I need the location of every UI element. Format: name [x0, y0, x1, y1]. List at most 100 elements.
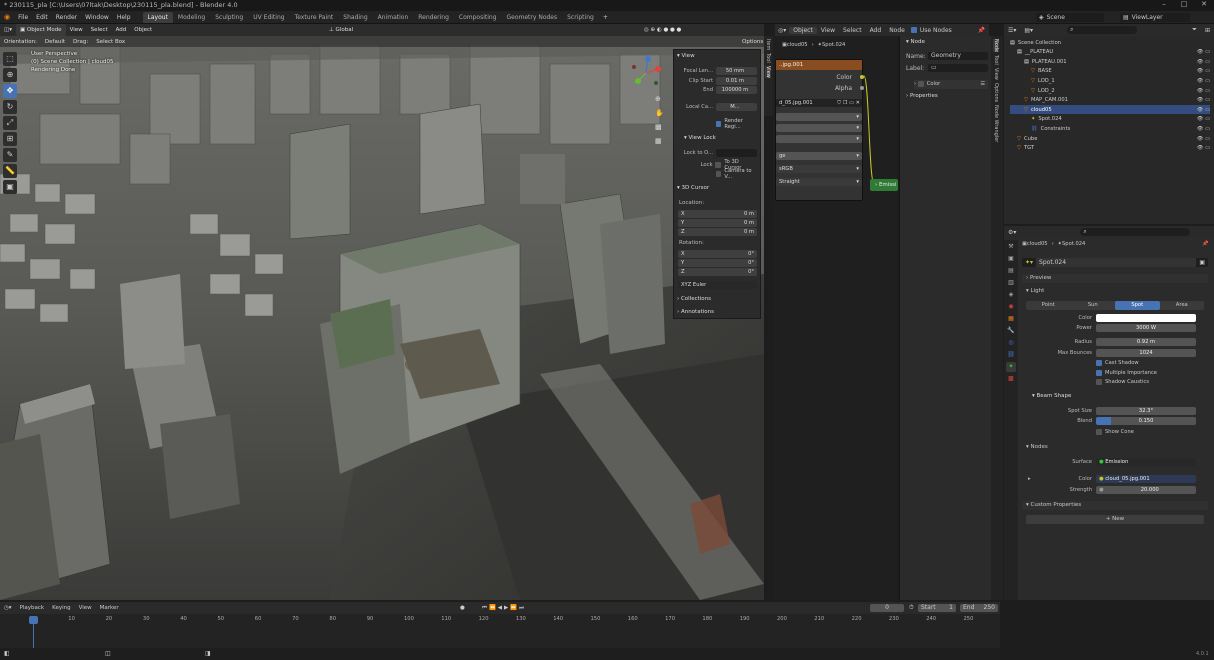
- light-type-point[interactable]: Point: [1026, 301, 1071, 310]
- node-properties-header[interactable]: › Properties: [906, 93, 938, 99]
- light-type-spot[interactable]: Spot: [1115, 301, 1160, 310]
- outliner-row[interactable]: ▽ Cube 👁 ▭: [1010, 134, 1210, 143]
- zoom-icon[interactable]: ⊕: [655, 92, 664, 106]
- visibility-icon[interactable]: 👁 ▭: [1197, 107, 1210, 113]
- outliner-row[interactable]: ▤ PLATEAU.001 👁 ▭: [1010, 57, 1210, 66]
- fake-user-icon[interactable]: ▣: [1196, 259, 1208, 266]
- visibility-icon[interactable]: 👁 ▭: [1197, 49, 1210, 55]
- pan-hand-icon[interactable]: ✋: [655, 106, 664, 120]
- npanel-tab-tool[interactable]: Tool: [765, 53, 771, 63]
- beam-shape-header[interactable]: ▾ Beam Shape: [1032, 393, 1071, 399]
- color-texture-field[interactable]: ● cloud_05.jpg.001: [1096, 474, 1196, 483]
- node-menu-node[interactable]: Node: [885, 27, 909, 34]
- 3d-cursor-header[interactable]: ▾ 3D Cursor: [677, 185, 709, 191]
- alpha-mode-dropdown[interactable]: Straight ▾: [776, 178, 862, 186]
- new-collection-icon[interactable]: ⊞: [1201, 27, 1214, 34]
- cursor-tool-icon[interactable]: ⊕: [3, 68, 17, 82]
- colorspace-dropdown[interactable]: sRGB ▾: [776, 165, 862, 173]
- measure-tool-icon[interactable]: 📏: [3, 164, 17, 178]
- blender-logo-icon[interactable]: ◉: [0, 13, 14, 21]
- outliner-row[interactable]: ⛓ Constraints 👁 ▭: [1010, 124, 1210, 133]
- outliner-row[interactable]: ▤ __PLATEAU 👁 ▭: [1010, 48, 1210, 57]
- node-menu-select[interactable]: Select: [839, 27, 866, 34]
- shadow-caustics-row[interactable]: Shadow Caustics: [1024, 377, 1208, 386]
- view-section-header[interactable]: ▾ View: [677, 53, 695, 59]
- collections-header[interactable]: › Collections: [677, 296, 711, 302]
- grid-view-icon[interactable]: ▦: [655, 134, 664, 148]
- annotations-header[interactable]: › Annotations: [677, 309, 714, 315]
- cursor-rot-x-row[interactable]: X 0°: [678, 249, 757, 258]
- menu-file[interactable]: File: [14, 11, 32, 24]
- node-color-checkbox[interactable]: [917, 80, 924, 87]
- nodes-panel-header[interactable]: ▾ Nodes: [1022, 443, 1208, 452]
- visibility-icon[interactable]: 👁 ▭: [1197, 97, 1210, 103]
- menu-add[interactable]: Add: [112, 24, 131, 36]
- visibility-icon[interactable]: 👁 ▭: [1197, 68, 1210, 74]
- outliner-row[interactable]: ▽ cloud05 👁 ▭: [1010, 105, 1210, 115]
- tab-texture-paint[interactable]: Texture Paint: [290, 12, 339, 23]
- start-frame-field[interactable]: Start 1: [918, 604, 956, 612]
- multiple-importance-checkbox[interactable]: [1096, 369, 1102, 376]
- rotation-mode-dropdown[interactable]: XYZ Euler: [678, 280, 757, 289]
- lock-3d-cursor-checkbox[interactable]: [715, 161, 722, 168]
- add-cube-tool-icon[interactable]: ▣: [3, 180, 17, 194]
- move-tool-icon[interactable]: ✥: [3, 84, 17, 98]
- editor-type-icon[interactable]: ◫▾: [0, 24, 16, 36]
- interp-dropdown[interactable]: ▾: [776, 113, 862, 121]
- maximize-icon[interactable]: □: [1174, 0, 1194, 8]
- new-property-button[interactable]: + New: [1026, 515, 1204, 524]
- tab-animation[interactable]: Animation: [373, 12, 414, 23]
- outliner-filter-mode-icon[interactable]: ▤▾: [1020, 27, 1037, 34]
- extension-dropdown[interactable]: ▾: [776, 135, 862, 143]
- rotation-mode-row[interactable]: XYZ Euler: [678, 280, 757, 289]
- cursor-loc-z-row[interactable]: Z 0 m: [678, 227, 757, 236]
- image-node-title[interactable]: ..jpg.001: [776, 60, 862, 70]
- outliner-row[interactable]: ✦ Spot.024 👁 ▭: [1010, 115, 1210, 124]
- tab-sculpting[interactable]: Sculpting: [210, 12, 248, 23]
- tab-scripting[interactable]: Scripting: [562, 12, 599, 23]
- properties-search-input[interactable]: ⌕: [1080, 228, 1191, 236]
- outliner-row[interactable]: ▽ MAP_CAM.001 👁 ▭: [1010, 96, 1210, 105]
- max-bounces-field[interactable]: 1024: [1096, 348, 1196, 357]
- clip-start-field[interactable]: 0.01 m: [716, 76, 757, 85]
- pin-icon[interactable]: 📌: [1202, 241, 1208, 247]
- timeline-menu-view[interactable]: View: [75, 602, 96, 614]
- close-icon[interactable]: ✕: [1194, 0, 1214, 8]
- menu-window[interactable]: Window: [81, 11, 113, 24]
- npanel-tab-item[interactable]: Item: [765, 39, 771, 50]
- node-color-list-icon[interactable]: ☰: [980, 80, 988, 89]
- node-color-row[interactable]: › Color ☰: [914, 80, 988, 89]
- light-data-tab-icon[interactable]: ✦: [1006, 362, 1016, 372]
- transform-tool-icon[interactable]: ⊞: [3, 132, 17, 146]
- use-nodes-checkbox[interactable]: [910, 27, 917, 33]
- node-name-field[interactable]: Geometry: [928, 52, 988, 60]
- radius-field[interactable]: 0.92 m: [1096, 337, 1196, 346]
- node-editor-type-icon[interactable]: ◎▾: [775, 27, 789, 34]
- camera-to-view-row[interactable]: Camera to V...: [678, 168, 757, 180]
- tab-geometry-nodes[interactable]: Geometry Nodes: [502, 12, 563, 23]
- orientation-dropdown[interactable]: Default: [41, 36, 69, 48]
- visibility-icon[interactable]: 👁 ▭: [1197, 88, 1210, 94]
- image-selector[interactable]: d_05.jpg.001 ⛉ ❐ ▭ ✕: [776, 99, 862, 107]
- object-tab-icon[interactable]: ▦: [1006, 314, 1016, 324]
- light-data-name[interactable]: Spot.024: [1036, 258, 1197, 267]
- power-field[interactable]: 3000 W: [1096, 323, 1196, 332]
- modifier-tab-icon[interactable]: 🔧: [1006, 326, 1016, 336]
- rotate-tool-icon[interactable]: ↻: [3, 100, 17, 114]
- strength-field[interactable]: ● 20.000: [1096, 485, 1196, 494]
- source-dropdown[interactable]: ge ▾: [776, 152, 862, 160]
- visibility-icon[interactable]: 👁 ▭: [1197, 126, 1210, 132]
- local-camera-field[interactable]: M...: [716, 102, 757, 111]
- record-icon[interactable]: ●: [456, 602, 469, 614]
- outliner-row[interactable]: ▽ BASE 👁 ▭: [1010, 67, 1210, 76]
- tab-uv-editing[interactable]: UV Editing: [248, 12, 289, 23]
- render-region-checkbox[interactable]: [716, 120, 722, 127]
- show-cone-row[interactable]: Show Cone: [1024, 427, 1208, 436]
- cursor-loc-y-row[interactable]: Y 0 m: [678, 218, 757, 227]
- timeline-menu-marker[interactable]: Marker: [96, 602, 123, 614]
- view-layer-tab-icon[interactable]: ▥: [1006, 278, 1016, 288]
- emission-node[interactable]: › Emissi: [870, 179, 898, 191]
- cursor-rot-y-row[interactable]: Y 0°: [678, 258, 757, 267]
- clip-end-field[interactable]: 100000 m: [716, 85, 757, 94]
- render-region-row[interactable]: Render Regi...: [678, 118, 757, 130]
